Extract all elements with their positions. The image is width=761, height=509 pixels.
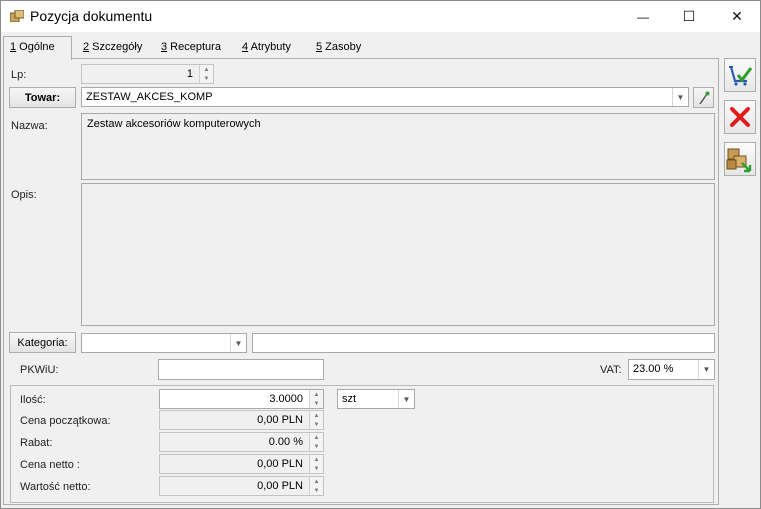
chevron-down-icon[interactable]: ▼ (672, 88, 688, 106)
nazwa-label: Nazwa: (11, 120, 48, 132)
minimize-icon: — (637, 9, 649, 24)
price-group: Ilość: 3.0000 ▲ ▼ szt ▼ Cena początkowa:… (10, 385, 714, 503)
nazwa-field[interactable]: Zestaw akcesoriów komputerowych (81, 113, 715, 180)
tab-label: Szczegóły (89, 41, 143, 53)
wartosc-netto-value: 0,00 PLN (257, 480, 303, 492)
cena-poczatkowa-field[interactable]: 0,00 PLN ▲ ▼ (159, 410, 324, 430)
spin-down-icon[interactable]: ▼ (310, 464, 323, 473)
minimize-button[interactable]: — (620, 1, 666, 32)
rabat-spinner[interactable]: ▲ ▼ (309, 433, 323, 451)
cancel-button[interactable] (724, 100, 756, 134)
chevron-down-icon[interactable]: ▼ (698, 360, 714, 379)
tab-atrybuty[interactable]: 4 Atrybuty (236, 38, 297, 58)
pipette-icon (698, 91, 709, 104)
tab-szczegoly[interactable]: 2 Szczegóły (77, 38, 148, 58)
rabat-value: 0.00 % (268, 436, 303, 448)
vat-label: VAT: (600, 364, 622, 376)
vat-value: 23.00 % (633, 363, 674, 375)
tab-receptura[interactable]: 3 Receptura (155, 38, 227, 58)
resources-button[interactable] (724, 142, 756, 176)
unit-value: szt (342, 393, 357, 405)
spin-down-icon[interactable]: ▼ (310, 420, 323, 429)
unit-combo[interactable]: szt ▼ (337, 389, 415, 409)
spin-up-icon[interactable]: ▲ (310, 477, 323, 486)
tab-label: Zasoby (322, 41, 362, 53)
close-button[interactable]: ✕ (714, 1, 760, 32)
title-bar: Pozycja dokumentu — ☐ ✕ (1, 1, 760, 32)
lp-value: 1 (186, 68, 193, 80)
towar-combo[interactable]: ZESTAW_AKCES_KOMP ▼ (81, 87, 689, 107)
spin-up-icon[interactable]: ▲ (200, 65, 213, 74)
vat-combo[interactable]: 23.00 % ▼ (628, 359, 715, 380)
lp-field[interactable]: 1 ▲ ▼ (81, 64, 214, 84)
opis-label: Opis: (11, 189, 37, 201)
spin-up-icon[interactable]: ▲ (310, 433, 323, 442)
box-app-icon (10, 10, 24, 22)
cena-poczatkowa-label: Cena początkowa: (20, 415, 111, 427)
cena-netto-label: Cena netto : (20, 459, 80, 471)
kategoria-description-field[interactable] (252, 333, 715, 353)
wartosc-netto-field[interactable]: 0,00 PLN ▲ ▼ (159, 476, 324, 496)
tab-zasoby[interactable]: 5 Zasoby (310, 38, 367, 58)
ilosc-spinner[interactable]: ▲ ▼ (309, 390, 323, 408)
kategoria-combo[interactable]: ▼ (81, 333, 247, 353)
chevron-down-icon[interactable]: ▼ (230, 334, 246, 352)
boxes-arrow-icon (726, 148, 752, 173)
tab-panel-ogolne: Lp: 1 ▲ ▼ Towar: ZESTAW_AKCES_KOMP ▼ Naz… (3, 58, 719, 505)
rabat-field[interactable]: 0.00 % ▲ ▼ (159, 432, 324, 452)
spin-down-icon[interactable]: ▼ (310, 399, 323, 408)
kategoria-button[interactable]: Kategoria: (9, 332, 76, 353)
maximize-button[interactable]: ☐ (666, 1, 712, 32)
chevron-down-icon[interactable]: ▼ (398, 390, 414, 408)
lp-label: Lp: (11, 69, 27, 81)
dialog-window: Pozycja dokumentu — ☐ ✕ 1 Ogólne 2 Szcze… (0, 0, 761, 509)
cena-poczatkowa-spinner[interactable]: ▲ ▼ (309, 411, 323, 429)
spin-up-icon[interactable]: ▲ (310, 455, 323, 464)
maximize-icon: ☐ (682, 8, 696, 24)
spin-down-icon[interactable]: ▼ (200, 74, 213, 83)
ilosc-field[interactable]: 3.0000 ▲ ▼ (159, 389, 324, 409)
cena-netto-field[interactable]: 0,00 PLN ▲ ▼ (159, 454, 324, 474)
cena-netto-value: 0,00 PLN (257, 458, 303, 470)
lp-spinner[interactable]: ▲ ▼ (199, 65, 213, 83)
pkwiu-field[interactable] (158, 359, 324, 380)
spin-down-icon[interactable]: ▼ (310, 486, 323, 495)
towar-button[interactable]: Towar: (9, 87, 76, 108)
spin-up-icon[interactable]: ▲ (310, 390, 323, 399)
pkwiu-label: PKWiU: (20, 364, 59, 376)
pipette-button[interactable] (693, 87, 714, 108)
spin-up-icon[interactable]: ▲ (310, 411, 323, 420)
save-button[interactable] (724, 58, 756, 92)
towar-value: ZESTAW_AKCES_KOMP (86, 91, 213, 103)
cena-poczatkowa-value: 0,00 PLN (257, 414, 303, 426)
cena-netto-spinner[interactable]: ▲ ▼ (309, 455, 323, 473)
save-check-icon (729, 66, 753, 86)
rabat-label: Rabat: (20, 437, 53, 449)
wartosc-netto-label: Wartość netto: (20, 481, 91, 493)
tab-label: Ogólne (16, 41, 55, 53)
window-title: Pozycja dokumentu (30, 8, 153, 24)
close-icon: ✕ (731, 8, 743, 24)
spin-down-icon[interactable]: ▼ (310, 442, 323, 451)
opis-field[interactable] (81, 183, 715, 326)
wartosc-netto-spinner[interactable]: ▲ ▼ (309, 477, 323, 495)
ilosc-label: Ilość: (20, 394, 46, 406)
tab-label: Atrybuty (248, 41, 291, 53)
tab-label: Receptura (167, 41, 221, 53)
ilosc-value: 3.0000 (269, 393, 303, 405)
tab-ogolne[interactable]: 1 Ogólne (3, 36, 72, 60)
cancel-x-icon (730, 107, 750, 127)
